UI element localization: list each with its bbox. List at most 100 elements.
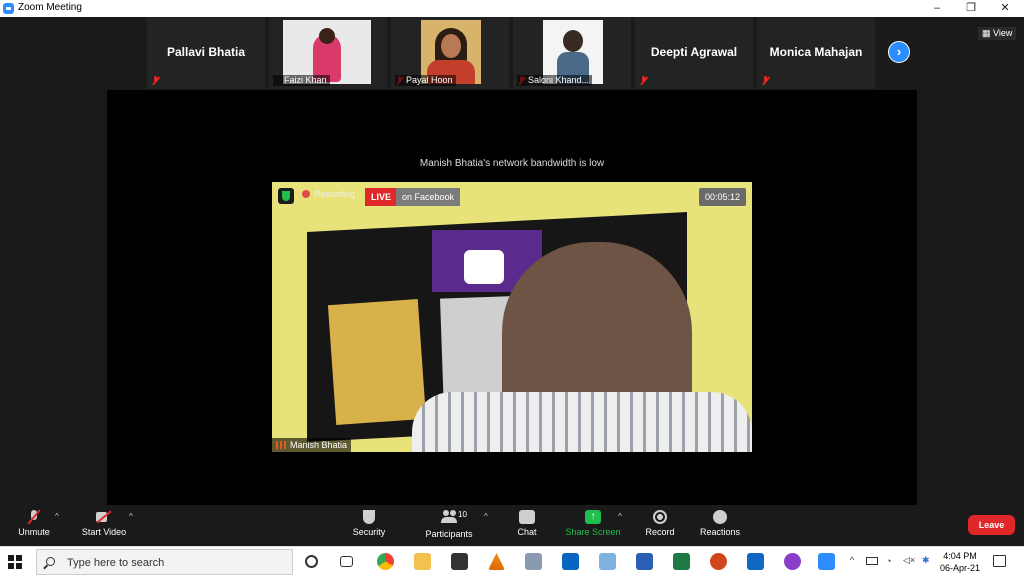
participant-name: Saloni Khand...	[517, 75, 593, 86]
share-screen-button[interactable]: ↑ Share Screen	[564, 510, 622, 537]
photo-viewer-icon[interactable]	[525, 553, 542, 570]
share-options-caret-icon[interactable]: ^	[618, 512, 622, 521]
participant-name: Pallavi Bhatia	[166, 45, 246, 59]
battery-icon[interactable]	[866, 557, 878, 565]
windows-start-icon[interactable]	[8, 555, 22, 569]
zoom-icon[interactable]	[818, 553, 835, 570]
speaker-shirt	[412, 392, 752, 452]
chat-icon	[519, 510, 535, 524]
share-screen-label: Share Screen	[565, 527, 621, 537]
unmute-button[interactable]: Unmute	[14, 510, 54, 537]
record-icon	[653, 510, 667, 524]
participants-icon	[441, 510, 457, 524]
participant-name: Deepti Agrawal	[650, 45, 738, 59]
participant-tile[interactable]: Deepti Agrawal	[635, 17, 753, 89]
restore-button[interactable]: ❐	[954, 0, 988, 17]
volume-muted-icon[interactable]: ◁×	[903, 555, 915, 566]
excel-icon[interactable]	[673, 553, 690, 570]
paint-icon[interactable]	[599, 553, 616, 570]
background-poster	[327, 299, 427, 425]
reactions-button[interactable]: Reactions	[698, 510, 742, 537]
view-label: View	[993, 28, 1013, 38]
start-video-label: Start Video	[81, 527, 127, 537]
participants-button[interactable]: 10 Participants	[422, 510, 476, 539]
chat-label: Chat	[517, 527, 537, 537]
muted-mic-icon	[151, 75, 160, 86]
recording-indicator: Recording	[302, 189, 355, 199]
file-explorer-icon[interactable]	[414, 553, 431, 570]
app-icon[interactable]	[784, 553, 801, 570]
participant-tile[interactable]: Pallavi Bhatia	[147, 17, 265, 89]
task-view-icon[interactable]	[340, 556, 353, 567]
taskbar-search-input[interactable]	[67, 554, 287, 571]
participants-options-caret-icon[interactable]: ^	[484, 512, 488, 521]
unmute-label: Unmute	[18, 527, 50, 537]
participant-name: Payal Hoon	[395, 75, 456, 86]
active-speaker-video[interactable]: Recording LIVE on Facebook 00:05:12 Mani…	[272, 182, 752, 452]
taskbar-search[interactable]	[36, 549, 293, 575]
powerpoint-icon[interactable]	[710, 553, 727, 570]
participant-tile[interactable]: Monica Mahajan	[757, 17, 875, 89]
record-label: Record	[645, 527, 675, 537]
participant-gallery-strip: Pallavi Bhatia Faizi Khan Payal Hoon Sal…	[0, 17, 1024, 89]
active-speaker-stage: Manish Bhatia's network bandwidth is low…	[107, 90, 917, 505]
participant-count-badge: 10	[458, 510, 467, 519]
search-icon	[46, 557, 55, 566]
cortana-icon[interactable]	[305, 555, 318, 568]
start-video-button[interactable]: Start Video	[78, 510, 130, 537]
video-options-caret-icon[interactable]: ^	[129, 512, 133, 521]
taskbar-clock[interactable]: 4:04 PM 06-Apr-21	[935, 550, 985, 574]
next-page-arrow-icon[interactable]: ›	[888, 41, 910, 63]
bluetooth-icon[interactable]: ✱	[922, 555, 930, 566]
window-titlebar: Zoom Meeting – ❐ ✕	[0, 0, 1024, 17]
tray-overflow-icon[interactable]: ^	[850, 555, 854, 565]
shield-icon	[363, 510, 375, 524]
bandwidth-warning: Manish Bhatia's network bandwidth is low	[419, 158, 605, 169]
close-button[interactable]: ✕	[988, 0, 1022, 17]
recording-label: Recording	[314, 189, 356, 199]
wifi-icon[interactable]: ◔	[886, 556, 891, 566]
share-screen-icon: ↑	[585, 510, 601, 524]
notification-center-icon[interactable]	[993, 555, 1006, 567]
muted-mic-icon	[26, 510, 42, 524]
meeting-timer: 00:05:12	[698, 188, 746, 206]
participant-name: Faizi Khan	[273, 75, 330, 86]
clock-time: 4:04 PM	[943, 551, 977, 561]
security-button[interactable]: Security	[348, 510, 390, 537]
zoom-app-icon	[3, 3, 14, 14]
chat-button[interactable]: Chat	[512, 510, 542, 537]
meeting-controls-toolbar: Unmute ^ Start Video ^ Security 10 Parti…	[0, 506, 1024, 546]
store-icon[interactable]	[451, 553, 468, 570]
speaker-name: Manish Bhatia	[290, 440, 348, 450]
outlook-icon[interactable]	[562, 553, 579, 570]
video-off-icon	[96, 510, 112, 524]
leave-button[interactable]: Leave	[968, 515, 1015, 535]
participants-label: Participants	[425, 529, 473, 539]
reactions-icon	[713, 510, 727, 524]
vlc-icon[interactable]	[488, 553, 505, 570]
participant-tile[interactable]: Saloni Khand...	[513, 17, 631, 89]
record-button[interactable]: Record	[642, 510, 678, 537]
muted-mic-icon	[639, 75, 648, 86]
audio-options-caret-icon[interactable]: ^	[55, 512, 59, 521]
reactions-label: Reactions	[699, 527, 741, 537]
signal-strength-icon	[276, 441, 286, 449]
chrome-icon[interactable]	[377, 553, 394, 570]
windows-taskbar: ^ ◔ ◁× ✱ 4:04 PM 06-Apr-21	[0, 546, 1024, 576]
participant-name: Monica Mahajan	[769, 45, 863, 59]
recording-dot-icon	[302, 190, 310, 198]
live-platform-label[interactable]: on Facebook	[396, 188, 461, 206]
clock-date: 06-Apr-21	[939, 563, 981, 573]
live-badge[interactable]: LIVE	[365, 188, 398, 206]
security-label: Security	[352, 527, 386, 537]
word-icon[interactable]	[636, 553, 653, 570]
participant-tile[interactable]: Payal Hoon	[391, 17, 509, 89]
window-title: Zoom Meeting	[18, 2, 82, 13]
speaker-name-label: Manish Bhatia	[272, 438, 352, 452]
muted-mic-icon	[761, 75, 770, 86]
participant-tile[interactable]: Faizi Khan	[269, 17, 387, 89]
minimize-button[interactable]: –	[920, 0, 954, 17]
mail-icon[interactable]	[747, 553, 764, 570]
encryption-shield-icon[interactable]	[278, 188, 294, 204]
view-button[interactable]: ▦ View	[978, 27, 1017, 40]
